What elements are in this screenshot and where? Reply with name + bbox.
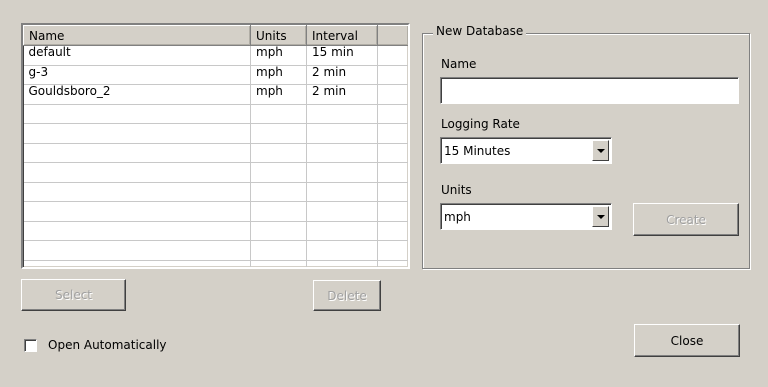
- cell-interval: [306, 162, 378, 183]
- table-row[interactable]: [23, 162, 408, 183]
- cell-units: [250, 123, 307, 144]
- logging-rate-value: 15 Minutes: [444, 143, 511, 158]
- delete-button-label: Delete: [327, 288, 367, 303]
- cell-name: [23, 201, 251, 222]
- delete-button[interactable]: Delete: [313, 280, 381, 311]
- column-header-empty[interactable]: [377, 25, 408, 46]
- cell-interval: [306, 104, 378, 124]
- cell-interval: [306, 240, 378, 261]
- cell-name: default: [23, 45, 251, 66]
- cell-empty: [377, 260, 408, 267]
- open-automatically-label: Open Automatically: [48, 338, 167, 352]
- units-value: mph: [444, 209, 471, 224]
- logging-rate-label: Logging Rate: [441, 117, 520, 131]
- cell-interval: [306, 260, 378, 267]
- table-body: default mph 15 min g-3 mph 2 min Gouldsboro_2 m…: [23, 45, 408, 267]
- table-row[interactable]: default mph 15 min: [23, 45, 408, 66]
- chevron-down-icon: [596, 148, 605, 153]
- table-row[interactable]: [23, 143, 408, 163]
- table-row[interactable]: [23, 240, 408, 261]
- cell-name: [23, 143, 251, 163]
- cell-name: [23, 123, 251, 144]
- cell-empty: [377, 221, 408, 241]
- column-header-interval[interactable]: Interval: [306, 25, 378, 46]
- open-automatically-checkbox[interactable]: [24, 339, 37, 352]
- column-header-units[interactable]: Units: [250, 25, 307, 46]
- cell-units: [250, 182, 307, 202]
- cell-units: [250, 201, 307, 222]
- cell-empty: [377, 143, 408, 163]
- create-button[interactable]: Create: [633, 203, 739, 236]
- cell-units: mph: [250, 45, 307, 66]
- table-row[interactable]: [23, 182, 408, 202]
- name-input[interactable]: [440, 77, 739, 104]
- cell-units: [250, 104, 307, 124]
- cell-empty: [377, 84, 408, 105]
- close-button[interactable]: Close: [634, 324, 740, 357]
- cell-units: mph: [250, 65, 307, 85]
- chevron-down-icon: [596, 214, 605, 219]
- cell-units: mph: [250, 84, 307, 105]
- cell-name: Gouldsboro_2: [23, 84, 251, 105]
- logging-rate-select[interactable]: 15 Minutes: [440, 137, 612, 164]
- table-row[interactable]: [23, 260, 408, 267]
- cell-units: [250, 221, 307, 241]
- name-label: Name: [441, 57, 477, 71]
- cell-interval: [306, 143, 378, 163]
- cell-name: [23, 240, 251, 261]
- database-list[interactable]: Name Units Interval default mph 15 min g-3 m…: [21, 23, 410, 269]
- new-database-legend: New Database: [433, 24, 527, 38]
- cell-interval: 2 min: [306, 65, 378, 85]
- table-row[interactable]: g-3 mph 2 min: [23, 65, 408, 85]
- cell-interval: [306, 123, 378, 144]
- cell-name: [23, 260, 251, 267]
- cell-name: [23, 182, 251, 202]
- cell-empty: [377, 240, 408, 261]
- cell-units: [250, 260, 307, 267]
- cell-interval: 15 min: [306, 45, 378, 66]
- column-header-name[interactable]: Name: [23, 25, 251, 46]
- cell-units: [250, 143, 307, 163]
- close-button-label: Close: [670, 333, 704, 348]
- cell-name: [23, 221, 251, 241]
- cell-name: [23, 162, 251, 183]
- cell-name: [23, 104, 251, 124]
- cell-empty: [377, 123, 408, 144]
- cell-empty: [377, 162, 408, 183]
- table-row[interactable]: [23, 123, 408, 144]
- cell-interval: [306, 221, 378, 241]
- units-select[interactable]: mph: [440, 203, 612, 230]
- cell-interval: [306, 182, 378, 202]
- cell-interval: [306, 201, 378, 222]
- select-button[interactable]: Select: [21, 279, 126, 311]
- select-button-label: Select: [54, 288, 93, 302]
- cell-name: g-3: [23, 65, 251, 85]
- table-row[interactable]: [23, 104, 408, 124]
- logging-rate-dropdown-button[interactable]: [592, 140, 609, 161]
- cell-units: [250, 162, 307, 183]
- units-dropdown-button[interactable]: [592, 206, 609, 227]
- cell-empty: [377, 45, 408, 66]
- cell-empty: [377, 65, 408, 85]
- cell-interval: 2 min: [306, 84, 378, 105]
- units-label: Units: [441, 183, 472, 197]
- cell-empty: [377, 182, 408, 202]
- cell-empty: [377, 201, 408, 222]
- database-table: Name Units Interval default mph 15 min g-3 m…: [23, 25, 408, 267]
- table-header-row: Name Units Interval: [23, 25, 408, 46]
- cell-units: [250, 240, 307, 261]
- cell-empty: [377, 104, 408, 124]
- table-row[interactable]: [23, 201, 408, 222]
- table-row[interactable]: Gouldsboro_2 mph 2 min: [23, 84, 408, 105]
- create-button-label: Create: [666, 212, 706, 227]
- table-row[interactable]: [23, 221, 408, 241]
